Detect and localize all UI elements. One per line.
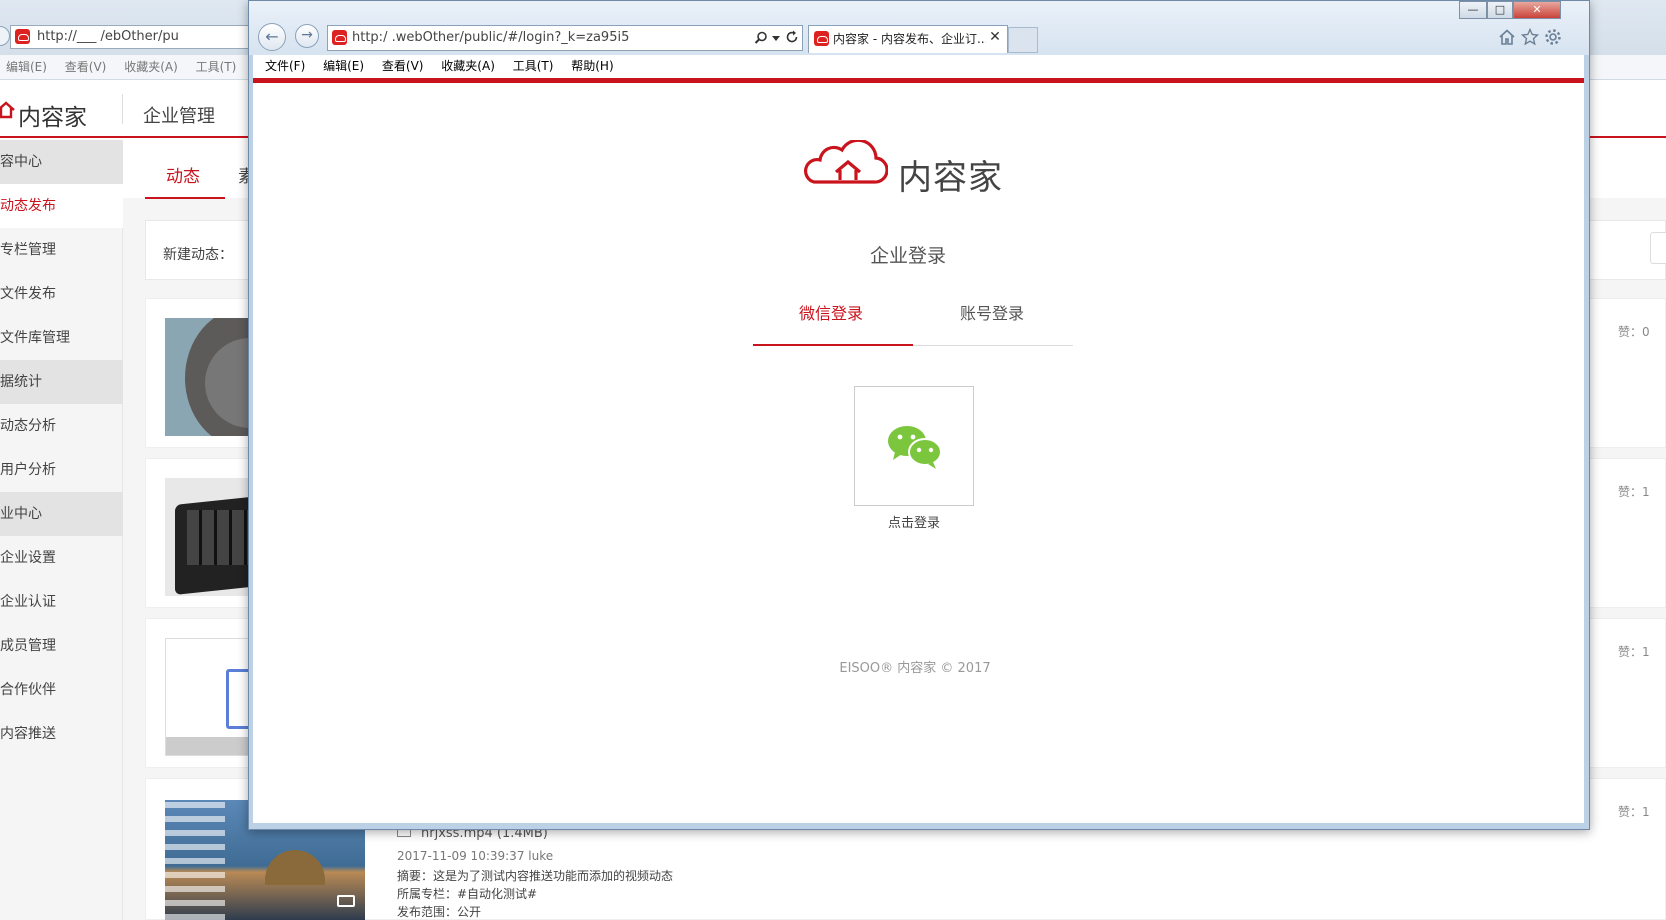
login-tab-active-underline — [753, 344, 913, 346]
menu-tools[interactable]: 工具(T) — [513, 55, 554, 78]
ie-address-bar[interactable]: http:/ .webOther/public/#/login?_k=za95i… — [327, 25, 803, 51]
ie-address-text: http:/ .webOther/public/#/login?_k=za95i… — [352, 30, 630, 45]
bg-video-scope: 发布范围：公开 — [397, 905, 482, 919]
menu-file[interactable]: 文件(F) — [265, 55, 305, 78]
sidebar-item-member-manage[interactable]: 成员管理 — [0, 624, 123, 668]
bg-video-meta: 2017-11-09 10:39:37 luke — [397, 849, 554, 863]
maximize-button[interactable]: □ — [1487, 1, 1513, 19]
search-icon[interactable] — [754, 31, 768, 45]
tab-title: 内容家 - 内容发布、企业订... — [833, 32, 989, 46]
sidebar-group-content-center[interactable]: 容中心 — [0, 140, 123, 184]
tab-favicon-icon — [814, 31, 829, 46]
login-page-title: 企业登录 — [870, 245, 947, 267]
bg-like-count: 赞：1 — [1618, 645, 1650, 659]
bg-like-count: 赞：1 — [1618, 485, 1650, 499]
favorites-star-icon[interactable] — [1521, 28, 1539, 46]
sidebar-item-file-library[interactable]: 文件库管理 — [0, 316, 123, 360]
sidebar-item-content-push[interactable]: 内容推送 — [0, 712, 123, 756]
menu-help[interactable]: 帮助(H) — [571, 55, 613, 78]
bg-new-post-label: 新建动态： — [163, 247, 233, 263]
bg-post-button[interactable] — [1650, 232, 1666, 264]
sidebar-item-post-dynamic[interactable]: 动态发布 — [0, 184, 123, 228]
bg-like-count: 赞：0 — [1618, 325, 1650, 339]
login-brand-logo: 内容家 — [898, 158, 1003, 198]
new-tab-button[interactable] — [1008, 27, 1038, 53]
bg-logo-house-icon — [0, 101, 15, 119]
bg-tab-active-underline — [145, 197, 225, 199]
bg-menu-edit[interactable]: 编辑(E) — [6, 55, 47, 79]
bg-video-summary: 摘要：这是为了测试内容推送功能而添加的视频动态 — [397, 869, 674, 883]
bg-menu-tools[interactable]: 工具(T) — [196, 55, 237, 79]
sidebar-item-file-publish[interactable]: 文件发布 — [0, 272, 123, 316]
menu-view[interactable]: 查看(V) — [382, 55, 424, 78]
sidebar-item-enterprise-verify[interactable]: 企业认证 — [0, 580, 123, 624]
sidebar-item-column-manage[interactable]: 专栏管理 — [0, 228, 123, 272]
sidebar-item-partners[interactable]: 合作伙伴 — [0, 668, 123, 712]
cloud-logo-icon — [804, 140, 888, 184]
background-sidebar: 容中心 动态发布 专栏管理 文件发布 文件库管理 据统计 动态分析 用户分析 业… — [0, 140, 123, 920]
wechat-login-button[interactable] — [854, 386, 974, 506]
bg-section-title: 企业管理 — [143, 106, 215, 127]
bg-like-count: 赞：1 — [1618, 805, 1650, 819]
sidebar-item-user-analysis[interactable]: 用户分析 — [0, 448, 123, 492]
minimize-button[interactable]: — — [1459, 1, 1487, 19]
site-favicon-icon — [15, 29, 30, 44]
ie-menu-bar: 文件(F) 编辑(E) 查看(V) 收藏夹(A) 工具(T) 帮助(H) — [253, 55, 1584, 78]
forward-button[interactable]: → — [295, 24, 319, 48]
copyright-footer: EISOO® 内容家 © 2017 — [839, 661, 991, 676]
home-icon[interactable] — [1498, 28, 1516, 46]
settings-gear-icon[interactable] — [1544, 28, 1562, 46]
tab-account-login[interactable]: 账号登录 — [912, 300, 1072, 324]
sidebar-item-dynamic-analysis[interactable]: 动态分析 — [0, 404, 123, 448]
background-address-text: http://___ /ebOther/pu — [37, 29, 179, 44]
bg-tab-dynamic[interactable]: 动态 — [166, 162, 200, 187]
tab-wechat-login[interactable]: 微信登录 — [751, 300, 911, 324]
close-tab-icon[interactable]: ✕ — [986, 29, 1004, 45]
back-button[interactable]: ← — [258, 23, 286, 51]
menu-edit[interactable]: 编辑(E) — [323, 55, 364, 78]
bg-menu-favorites[interactable]: 收藏夹(A) — [124, 55, 178, 79]
menu-favorites[interactable]: 收藏夹(A) — [441, 55, 495, 78]
sidebar-item-enterprise-settings[interactable]: 企业设置 — [0, 536, 123, 580]
bg-header-divider — [122, 94, 123, 124]
dropdown-arrow-icon[interactable] — [772, 36, 780, 42]
bg-brand-logo: 内容家 — [18, 105, 87, 131]
ie-active-tab[interactable]: 内容家 - 内容发布、企业订... — [808, 25, 1008, 53]
background-address-bar[interactable]: http://___ /ebOther/pu — [10, 25, 250, 49]
bg-menu-view[interactable]: 查看(V) — [65, 55, 107, 79]
sidebar-group-enterprise-center[interactable]: 业中心 — [0, 492, 123, 536]
close-window-button[interactable]: ✕ — [1513, 1, 1561, 19]
refresh-icon[interactable] — [785, 30, 799, 44]
bg-video-column: 所属专栏：#自动化测试# — [397, 887, 538, 901]
site-favicon-icon — [332, 30, 347, 45]
sidebar-group-statistics[interactable]: 据统计 — [0, 360, 123, 404]
wechat-icon — [888, 426, 942, 469]
click-to-login-label: 点击登录 — [887, 516, 940, 531]
